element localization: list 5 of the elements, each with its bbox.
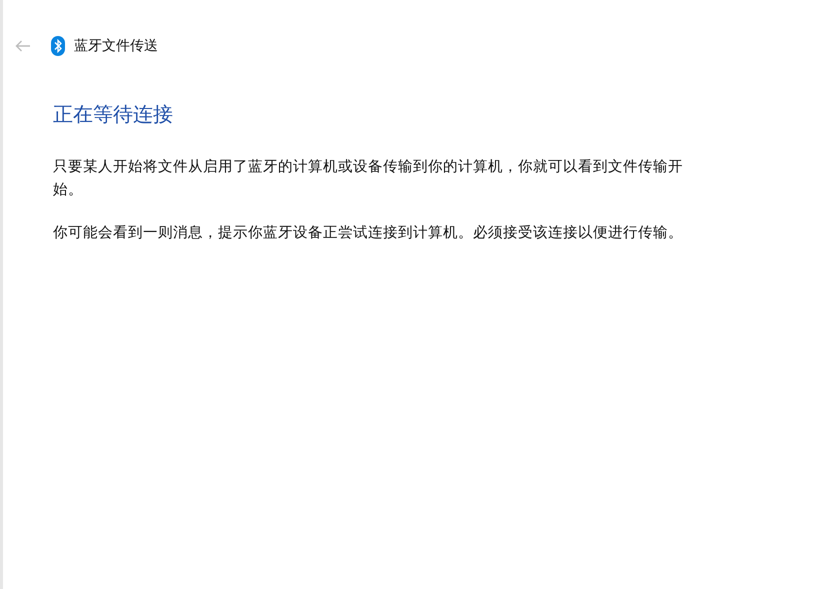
bluetooth-icon [51,36,65,56]
window-title: 蓝牙文件传送 [74,37,158,55]
page-heading: 正在等待连接 [53,101,174,128]
paragraph: 只要某人开始将文件从启用了蓝牙的计算机或设备传输到你的计算机，你就可以看到文件传输开始。 [53,158,684,200]
paragraph: 你可能会看到一则消息，提示你蓝牙设备正尝试连接到计算机。必须接受该连接以便进行传输。 [53,224,684,243]
